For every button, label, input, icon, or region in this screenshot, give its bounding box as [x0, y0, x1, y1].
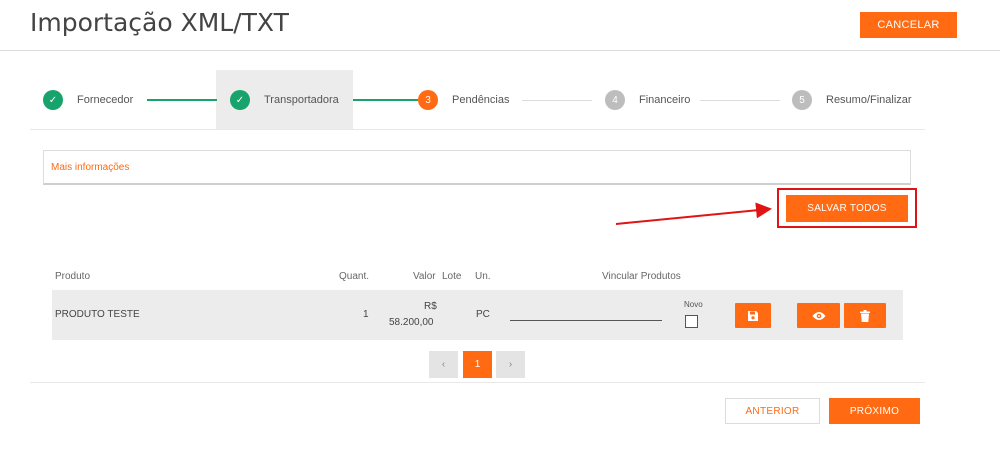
column-header-valor: Valor	[413, 271, 436, 282]
novo-checkbox[interactable]	[685, 315, 698, 328]
step-transportadora[interactable]: ✓ Transportadora	[230, 90, 339, 110]
footer-divider	[30, 382, 925, 383]
previous-button[interactable]: ANTERIOR	[725, 398, 820, 424]
step-resumo-finalizar[interactable]: 5 Resumo/Finalizar	[792, 90, 912, 110]
cell-quant: 1	[363, 309, 369, 320]
save-all-button[interactable]: SALVAR TODOS	[786, 195, 908, 222]
step-label: Pendências	[452, 94, 510, 106]
cell-un: PC	[476, 309, 490, 320]
step-number: 3	[418, 90, 438, 110]
wizard-stepper: ✓ Fornecedor ✓ Transportadora 3 Pendênci…	[30, 70, 925, 130]
annotation-arrow-icon	[615, 202, 772, 225]
column-header-lote: Lote	[442, 271, 462, 282]
step-connector	[700, 100, 780, 101]
cell-valor-amount: 58.200,00	[389, 317, 434, 328]
step-label: Financeiro	[639, 94, 691, 106]
step-label: Resumo/Finalizar	[826, 94, 912, 106]
step-pendencias[interactable]: 3 Pendências	[418, 90, 510, 110]
step-label: Fornecedor	[77, 94, 134, 106]
page-header: Importação XML/TXT CANCELAR	[0, 0, 1000, 51]
cancel-button[interactable]: CANCELAR	[860, 12, 957, 38]
novo-label: Novo	[684, 300, 703, 309]
trash-icon	[860, 309, 870, 322]
cell-produto: PRODUTO TESTE	[55, 309, 140, 320]
column-header-un: Un.	[475, 271, 491, 282]
page-title: Importação XML/TXT	[30, 8, 289, 37]
column-header-produto: Produto	[55, 271, 91, 282]
step-number: 5	[792, 90, 812, 110]
pagination-next-button[interactable]: ›	[496, 351, 525, 378]
more-info-label: Mais informações	[51, 162, 130, 173]
next-button[interactable]: PRÓXIMO	[829, 398, 920, 424]
check-icon: ✓	[43, 90, 63, 110]
step-label: Transportadora	[264, 94, 339, 106]
check-icon: ✓	[230, 90, 250, 110]
pagination-prev-button[interactable]: ‹	[429, 351, 458, 378]
view-row-button[interactable]	[797, 303, 840, 328]
step-connector	[353, 99, 418, 101]
chevron-left-icon: ‹	[441, 359, 446, 370]
more-info-panel[interactable]: Mais informações	[43, 150, 911, 185]
table-row: PRODUTO TESTE 1 R$ 58.200,00 PC	[52, 290, 903, 340]
chevron-right-icon: ›	[508, 359, 513, 370]
step-connector	[147, 99, 217, 101]
delete-row-button[interactable]	[844, 303, 886, 328]
step-connector	[522, 100, 592, 101]
step-number: 4	[605, 90, 625, 110]
pagination-page-button[interactable]: 1	[463, 351, 492, 378]
link-product-field[interactable]	[510, 320, 662, 321]
cell-valor-currency: R$	[424, 301, 437, 312]
floppy-disk-icon	[748, 310, 758, 321]
column-header-vincular-produtos: Vincular Produtos	[602, 271, 681, 282]
eye-icon	[812, 311, 825, 320]
step-financeiro[interactable]: 4 Financeiro	[605, 90, 690, 110]
step-fornecedor[interactable]: ✓ Fornecedor	[43, 90, 133, 110]
save-row-button[interactable]	[735, 303, 771, 328]
column-header-quant: Quant.	[339, 271, 370, 282]
